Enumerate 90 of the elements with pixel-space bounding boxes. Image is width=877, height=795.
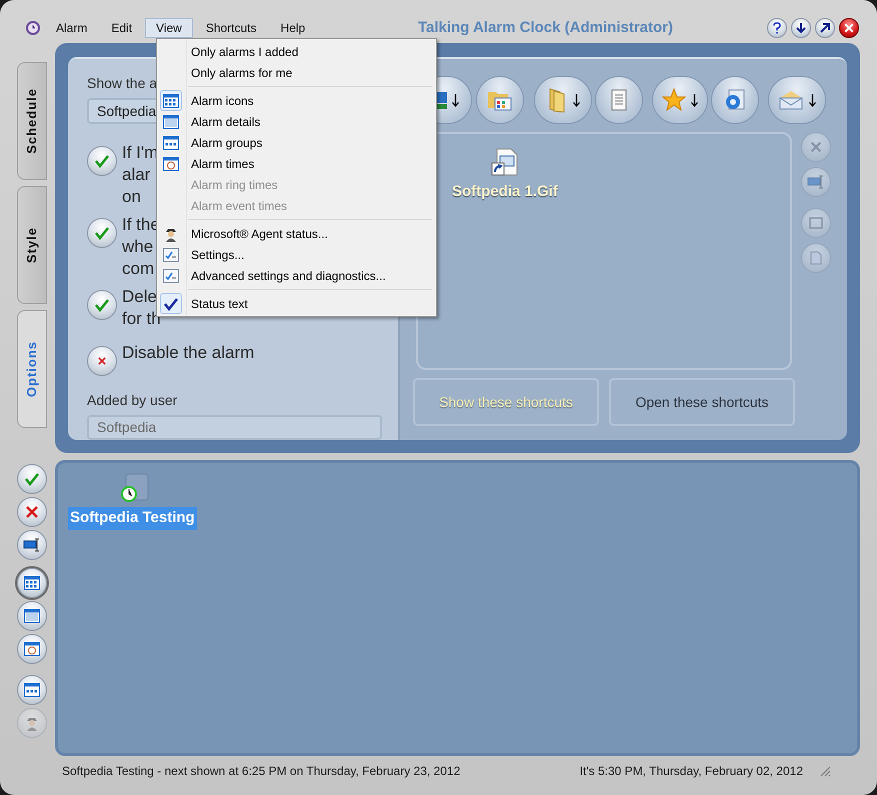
details-view-icon bbox=[163, 114, 179, 128]
menu-item[interactable]: Only alarms for me bbox=[191, 64, 292, 82]
menu-item[interactable]: Microsoft® Agent status... bbox=[191, 224, 328, 242]
question-mark-icon bbox=[773, 22, 781, 34]
details-view-button[interactable] bbox=[17, 601, 47, 631]
diagonal-arrow-icon bbox=[820, 23, 830, 33]
status-text: Softpedia Testing - next shown at 6:25 PM on Thursday, February 23, 2012 bbox=[62, 763, 460, 780]
rename-button[interactable] bbox=[17, 530, 47, 560]
side-tab[interactable]: Style bbox=[17, 186, 47, 304]
browser-icon bbox=[723, 88, 747, 112]
menu-item[interactable]: Alarm details bbox=[191, 112, 260, 130]
check-icon bbox=[94, 154, 110, 168]
icon-view-button[interactable] bbox=[17, 568, 47, 598]
maximize-button[interactable] bbox=[815, 18, 835, 38]
check-icon bbox=[24, 472, 40, 486]
menu-bar-item[interactable]: Help bbox=[270, 18, 316, 38]
menu-item[interactable]: Alarm groups bbox=[191, 134, 262, 152]
checkmark-icon bbox=[163, 296, 179, 310]
tick-button[interactable] bbox=[87, 290, 117, 320]
show-label: Show the a bbox=[87, 74, 158, 93]
menu-bar-item[interactable]: Alarm bbox=[45, 18, 98, 38]
check-icon bbox=[94, 298, 110, 312]
agent-icon bbox=[24, 715, 40, 731]
tick-button[interactable] bbox=[87, 146, 117, 176]
window-title: Talking Alarm Clock (Administrator) bbox=[418, 18, 673, 38]
times-view-icon bbox=[163, 156, 179, 170]
down-arrow-icon bbox=[796, 22, 806, 34]
shortcut-toolbar-button[interactable] bbox=[768, 76, 826, 124]
shortcut-action-button[interactable]: Open these shortcuts bbox=[609, 378, 795, 426]
checkbox-label: Dele bbox=[122, 286, 157, 308]
minimize-button[interactable] bbox=[791, 18, 811, 38]
page-icon bbox=[810, 251, 822, 265]
menu-item[interactable]: Alarm icons bbox=[191, 92, 254, 110]
checkbox-label: com bbox=[122, 258, 154, 280]
resize-grip-icon[interactable] bbox=[819, 765, 831, 777]
checkbox-label: Disable the alarm bbox=[122, 342, 254, 364]
grid-view-icon bbox=[24, 576, 40, 590]
cross-icon bbox=[97, 356, 107, 366]
menu-item[interactable]: Status text bbox=[191, 294, 248, 312]
groups-view-icon bbox=[163, 136, 179, 150]
cross-icon bbox=[809, 140, 823, 154]
shortcut-toolbar-button[interactable] bbox=[652, 76, 708, 124]
checkbox-label: whe bbox=[122, 236, 154, 258]
menu-bar-item[interactable]: Edit bbox=[100, 18, 144, 38]
times-view-button[interactable] bbox=[17, 634, 47, 664]
alarm-clock-icon[interactable] bbox=[120, 473, 150, 503]
check-icon bbox=[94, 226, 110, 240]
close-icon bbox=[843, 22, 855, 34]
envelope-icon bbox=[778, 89, 804, 111]
star-icon bbox=[662, 88, 686, 112]
details-view-icon bbox=[24, 609, 40, 623]
groups-view-button[interactable] bbox=[17, 675, 47, 705]
added-by-label: Added by user bbox=[87, 391, 178, 410]
settings-icon bbox=[163, 268, 179, 282]
notepad-icon bbox=[609, 88, 629, 112]
side-tab[interactable]: Options bbox=[17, 310, 47, 428]
cross-button[interactable] bbox=[87, 346, 117, 376]
times-view-icon bbox=[24, 642, 40, 656]
image-shortcut-icon[interactable] bbox=[490, 148, 519, 176]
checkbox-label: on bbox=[122, 186, 141, 208]
window-icon bbox=[809, 217, 823, 229]
rename-icon bbox=[23, 538, 41, 552]
shortcut-toolbar-button[interactable] bbox=[595, 76, 643, 124]
dropdown-arrow-icon bbox=[691, 94, 698, 106]
shortcut-toolbar-button[interactable] bbox=[711, 76, 759, 124]
menu-item[interactable]: Settings... bbox=[191, 246, 244, 264]
tick-button[interactable] bbox=[87, 218, 117, 248]
grid-view-icon bbox=[163, 94, 179, 108]
dropdown-arrow-icon bbox=[809, 94, 816, 106]
shortcut-toolbar-button[interactable] bbox=[476, 76, 524, 124]
settings-icon bbox=[163, 248, 179, 262]
groups-view-icon bbox=[24, 683, 40, 697]
cross-icon bbox=[24, 504, 40, 520]
checkbox-label: alar bbox=[122, 164, 150, 186]
close-button[interactable] bbox=[839, 18, 859, 38]
menu-item[interactable]: Advanced settings and diagnostics... bbox=[191, 266, 386, 284]
clock-app-icon[interactable] bbox=[26, 21, 40, 35]
help-button[interactable] bbox=[767, 18, 787, 38]
menu-item[interactable]: Alarm times bbox=[191, 154, 254, 172]
dropdown-arrow-icon bbox=[573, 94, 580, 106]
clock-text: It's 5:30 PM, Thursday, February 02, 2012 bbox=[580, 763, 803, 780]
menu-bar-item[interactable]: Shortcuts bbox=[194, 18, 268, 38]
side-tab[interactable]: Schedule bbox=[17, 62, 47, 180]
enable-button[interactable] bbox=[17, 464, 47, 494]
rename-icon bbox=[807, 175, 825, 189]
disable-button[interactable] bbox=[17, 497, 47, 527]
menu-bar-item[interactable]: View bbox=[145, 18, 193, 38]
shortcut-toolbar-button[interactable] bbox=[534, 76, 592, 124]
dropdown-arrow-icon bbox=[452, 94, 459, 106]
menu-item[interactable]: Only alarms I added bbox=[191, 42, 298, 60]
